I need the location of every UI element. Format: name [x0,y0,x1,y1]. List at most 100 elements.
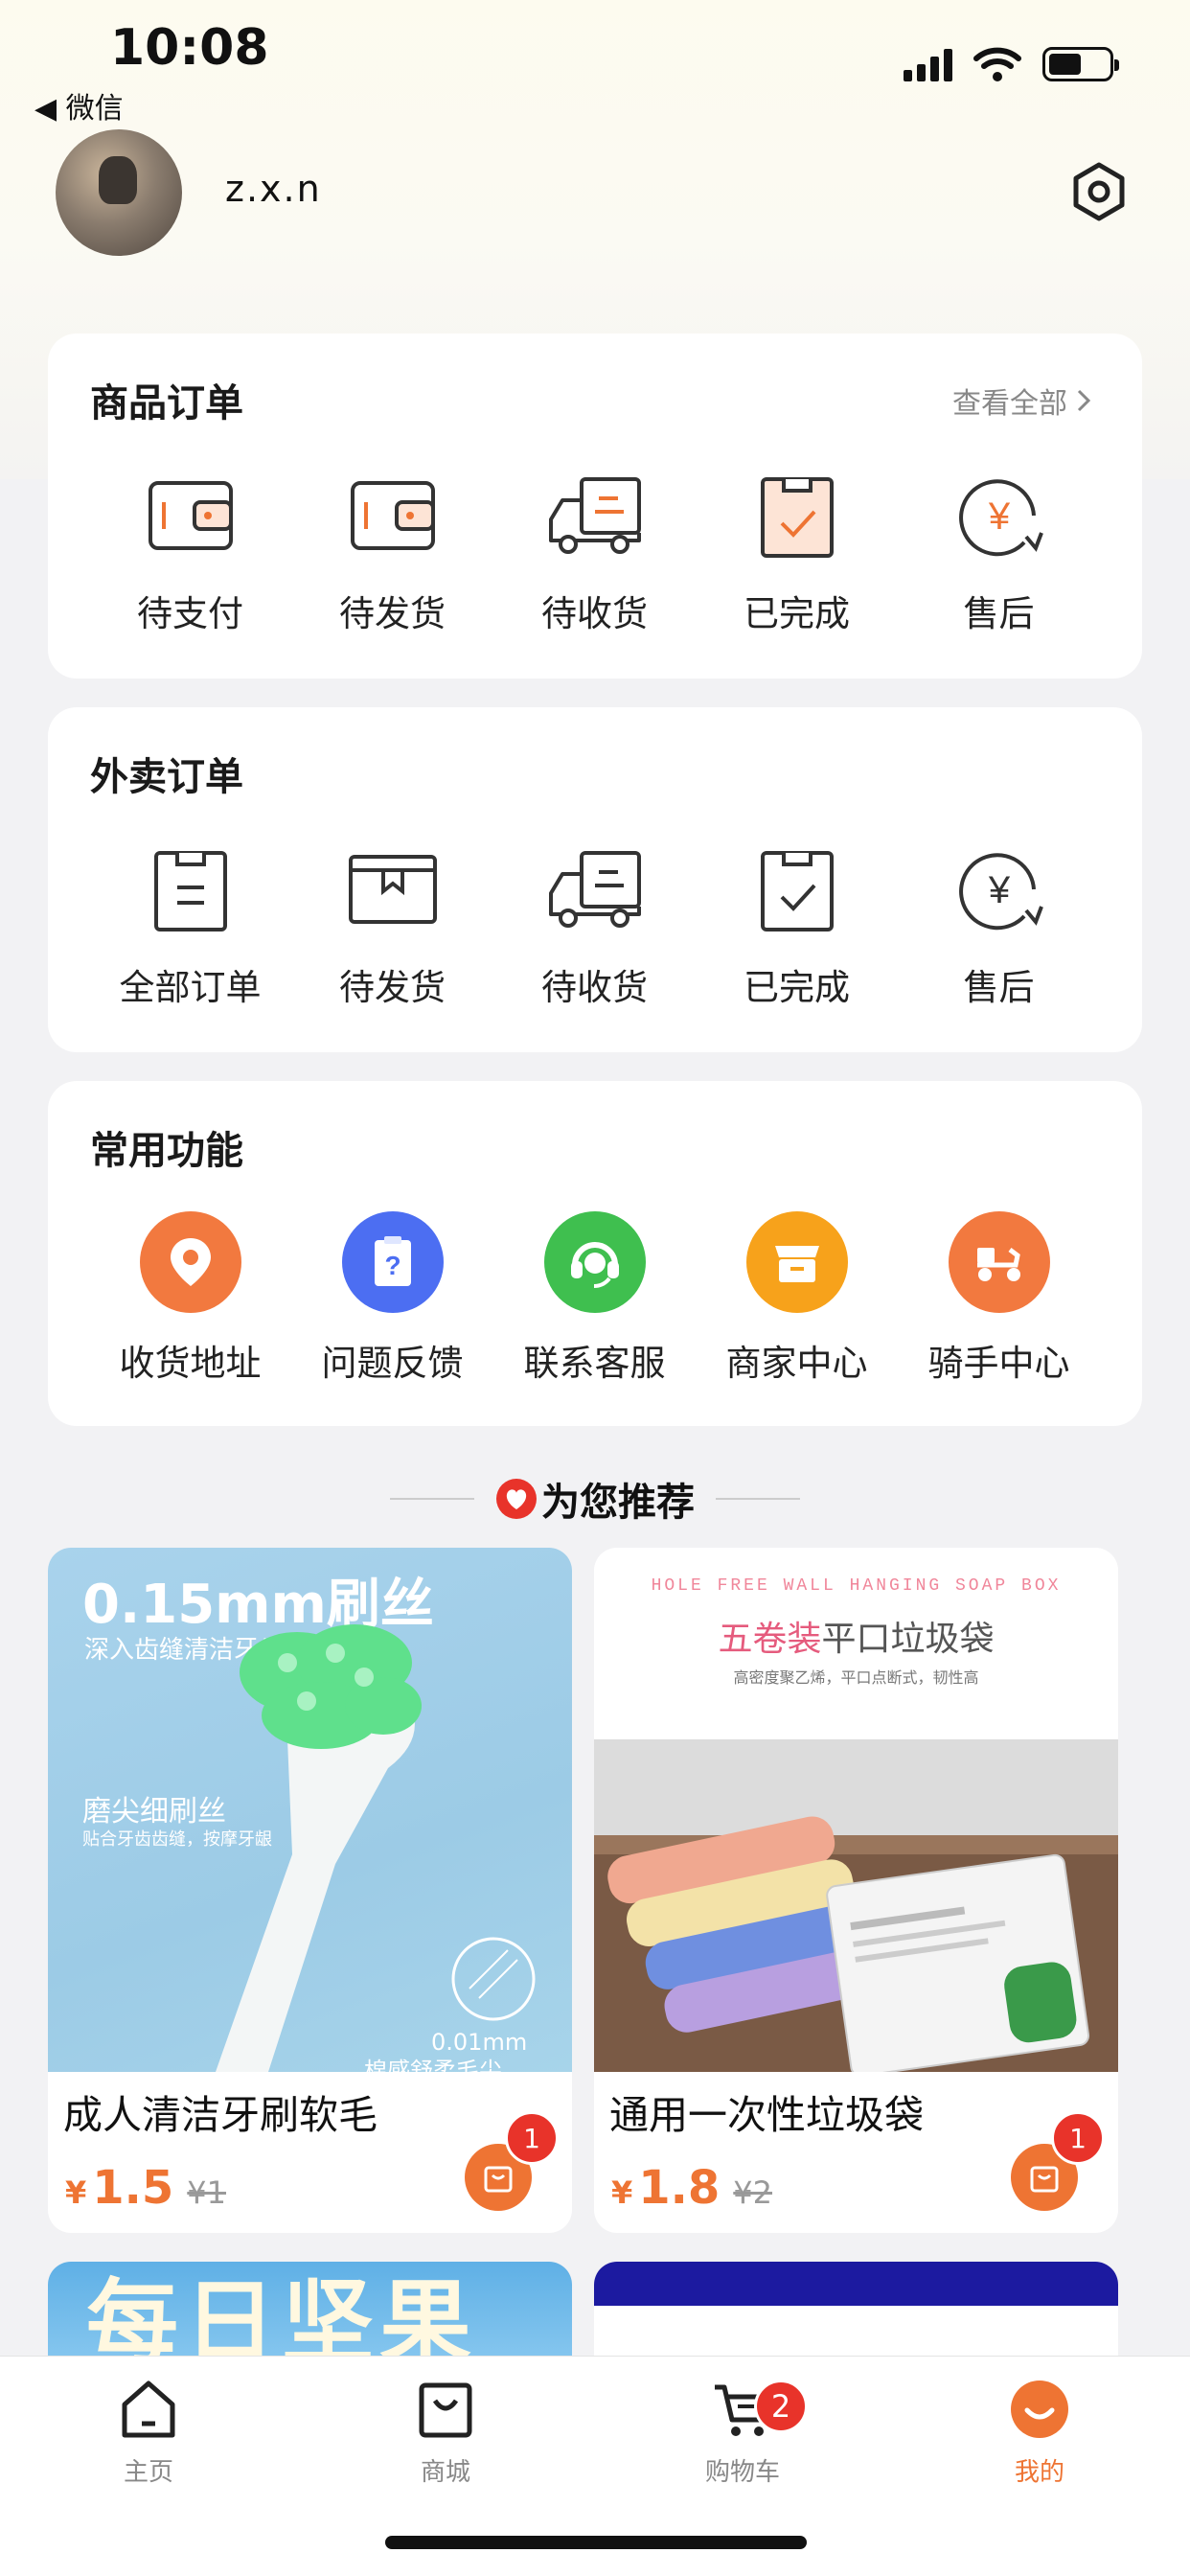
status-icons [904,46,1119,82]
rider-center-button[interactable]: 骑手中心 [898,1211,1100,1386]
takeout-pending-receipt[interactable]: 待收货 [493,841,696,1010]
cart-badge: 2 [754,2380,808,2433]
order-status-label: 待发货 [339,593,446,634]
product-card[interactable]: 0.15mm刷丝 深入齿缝清洁牙齿 磨尖细刷丝 贴合牙齿齿缝，按摩牙龈 0.01… [48,1548,572,2233]
product-card[interactable]: HOLE FREE WALL HANGING SOAP BOX 五卷装平口垃圾袋… [594,1548,1118,2233]
divider [390,1498,474,1500]
cart-count-badge: 1 [1051,2111,1105,2165]
takeout-after-sales[interactable]: ¥ 售后 [898,841,1100,1010]
image-eng-text: HOLE FREE WALL HANGING SOAP BOX [651,1576,1062,1596]
takeout-status-label: 已完成 [744,967,850,1008]
headset-icon [543,1211,646,1313]
current-price: 1.8 [638,2161,721,2215]
merchant-center-button[interactable]: 商家中心 [696,1211,898,1386]
tab-label: 商城 [420,2458,470,2487]
product-image-trash-bags[interactable]: HOLE FREE WALL HANGING SOAP BOX 五卷装平口垃圾袋… [594,1548,1118,2072]
product-image-toothbrush[interactable]: 0.15mm刷丝 深入齿缝清洁牙齿 磨尖细刷丝 贴合牙齿齿缝，按摩牙龈 0.01… [48,1548,572,2084]
function-label: 商家中心 [725,1343,868,1384]
goods-orders-card: 商品订单 查看全部 待支付 待发货 待收货 已完成 ¥ 售后 [48,334,1142,678]
common-functions-title: 常用功能 [90,1129,243,1173]
wallet-icon [148,481,233,550]
tab-home[interactable]: 主页 [53,2376,244,2488]
yuan-refresh-icon: ¥ [958,479,1043,557]
smile-icon [1011,2380,1068,2438]
goods-orders-title: 商品订单 [90,381,243,426]
function-label: 联系客服 [523,1343,666,1384]
takeout-status-label: 售后 [963,967,1035,1008]
divider [716,1498,800,1500]
image-headline: 五卷装平口垃圾袋 [594,1611,1118,1661]
image-subtitle: 高密度聚乙烯，平口点断式，韧性高 [733,1668,979,1687]
tab-label: 我的 [1014,2458,1064,2487]
takeout-all-orders[interactable]: 全部订单 [89,841,291,1010]
order-pending-receipt[interactable]: 待收货 [493,468,696,636]
order-status-label: 售后 [963,593,1035,634]
takeout-orders-title: 外卖订单 [90,755,243,799]
currency-symbol: ¥ [611,2174,633,2211]
takeout-status-label: 全部订单 [119,967,262,1008]
view-all-orders-link[interactable]: 查看全部 [952,380,1092,422]
customer-service-button[interactable]: 联系客服 [493,1211,696,1386]
box-icon [348,855,437,924]
image-label: 棉感舒柔毛尖 [364,2058,502,2084]
product-price: ¥1.5 ¥1 [65,2161,226,2215]
currency-symbol: ¥ [65,2174,87,2211]
clipboard-list-icon [153,851,227,932]
takeout-orders-card: 外卖订单 全部订单 待发货 待收货 已完成 ¥ 售后 [48,707,1142,1052]
takeout-status-label: 待发货 [339,967,446,1008]
home-icon [122,2380,175,2438]
tab-label: 主页 [123,2458,173,2487]
truck-icon [548,477,641,554]
back-to-wechat-link[interactable]: ◀ 微信 [34,84,124,126]
shopping-bag-icon [1030,2166,1059,2193]
signal-icon [904,47,952,81]
avatar[interactable] [56,129,182,256]
wifi-icon [973,47,1021,81]
svg-text:?: ? [384,1251,400,1280]
battery-icon [1042,47,1119,81]
recommend-title: 为您推荐 [541,1481,695,1525]
function-label: 问题反馈 [321,1343,464,1384]
trash-bags-photo [594,1739,1118,2072]
cart-count-badge: 1 [505,2111,559,2165]
tab-mine[interactable]: 我的 [944,2376,1135,2488]
settings-gear-icon[interactable] [1068,161,1130,222]
tab-cart[interactable]: 购物车 2 [647,2376,838,2488]
scooter-icon [948,1211,1050,1313]
yuan-refresh-icon: ¥ [958,853,1043,931]
order-status-label: 已完成 [744,593,850,634]
wallet-icon [350,481,435,550]
tab-mall[interactable]: 商城 [350,2376,541,2488]
question-clipboard-icon: ? [341,1211,444,1313]
username: z.x.n [225,168,322,210]
feedback-button[interactable]: ? 问题反馈 [291,1211,493,1386]
shipping-address-button[interactable]: 收货地址 [89,1211,291,1386]
order-pending-payment[interactable]: 待支付 [89,468,291,636]
takeout-completed[interactable]: 已完成 [696,841,898,1010]
order-status-label: 待收货 [541,593,648,634]
order-after-sales[interactable]: ¥ 售后 [898,468,1100,636]
original-price: ¥2 [733,2174,773,2211]
chevron-right-icon [1077,389,1091,412]
function-label: 骑手中心 [927,1343,1070,1384]
takeout-status-label: 待收货 [541,967,648,1008]
common-functions-card: 常用功能 收货地址 ? 问题反馈 联系客服 商家中心 骑手中心 [48,1081,1142,1426]
clipboard-check-icon [760,477,834,558]
shopping-bag-icon [484,2166,513,2193]
order-completed[interactable]: 已完成 [696,468,898,636]
toothbrush-illustration [216,1624,536,2072]
svg-text:¥: ¥ [987,869,1010,911]
image-headline-a: 五卷装 [718,1620,822,1659]
function-label: 收货地址 [119,1343,262,1384]
shopping-bag-icon [419,2382,472,2438]
status-time: 10:08 [110,19,269,77]
order-status-label: 待支付 [137,593,243,634]
recommend-header: 为您推荐 [0,1471,1190,1527]
takeout-pending-shipment[interactable]: 待发货 [291,841,493,1010]
product-name: 通用一次性垃圾袋 [609,2092,924,2138]
product-name: 成人清洁牙刷软毛 [63,2092,378,2138]
store-icon [745,1211,848,1313]
order-pending-shipment[interactable]: 待发货 [291,468,493,636]
tab-label: 购物车 [704,2458,780,2487]
image-headline-b: 平口垃圾袋 [821,1620,995,1659]
